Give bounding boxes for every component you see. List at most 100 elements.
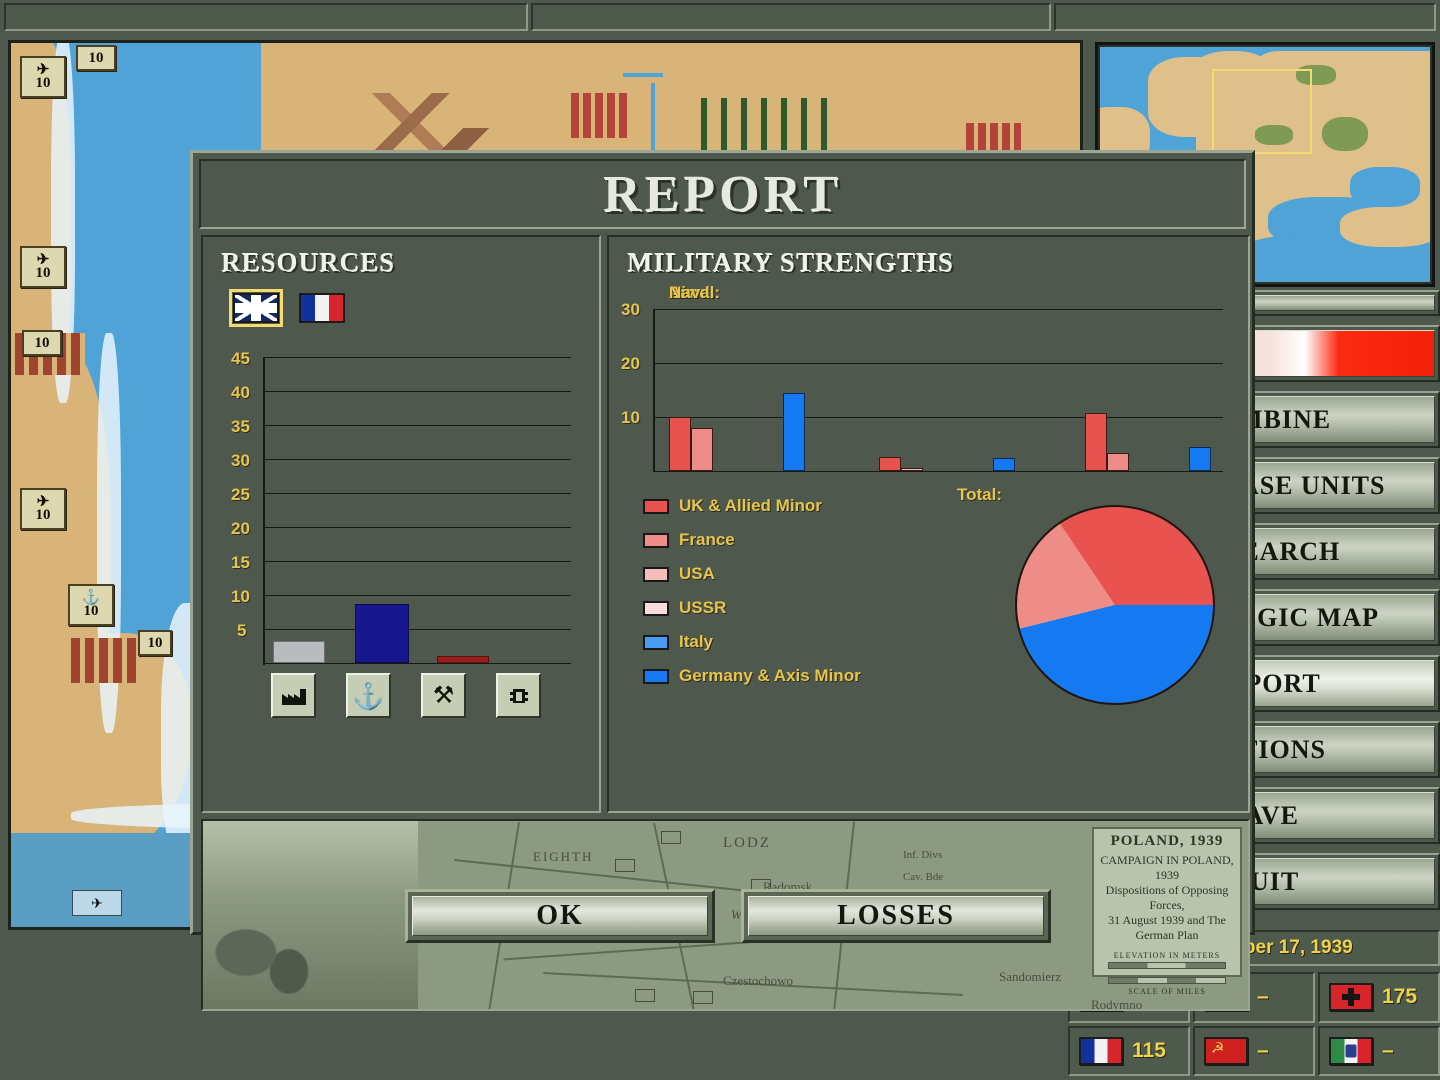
ytick-25: 25: [231, 485, 250, 504]
ok-button[interactable]: OK: [405, 889, 715, 943]
nation-value: 175: [1382, 985, 1418, 1009]
unit-strength: 10: [34, 334, 50, 351]
ytick-40: 40: [231, 383, 250, 402]
france-flag-icon: [1079, 1036, 1123, 1065]
game-screen: ✈ 10 10 ✈ 10 10 ✈ 10 ⚓ 10 10 ✈ COMBINE P…: [0, 0, 1440, 1080]
nation-value: –: [1257, 1038, 1269, 1062]
resource-bar-ports: [355, 604, 409, 663]
top-panel-center: [531, 3, 1051, 31]
legend-swatch-france: [643, 532, 669, 548]
page-title: REPORT: [603, 165, 842, 223]
map-place-eighth: EIGHTH: [533, 849, 594, 864]
art-line-2: Dispositions of Opposing Forces,: [1105, 883, 1229, 912]
oil-icon[interactable]: [496, 673, 541, 718]
minimap-viewport-indicator[interactable]: [1212, 69, 1312, 154]
bar-air-uk: [879, 457, 901, 471]
resources-heading: RESOURCES: [221, 247, 396, 277]
resource-flag-tab-france[interactable]: [299, 293, 345, 323]
map-unit-counter[interactable]: 10: [76, 45, 116, 71]
legend-item-uk: UK & Allied Minor: [643, 489, 933, 523]
anchor-icon[interactable]: ⚓: [346, 673, 391, 718]
nation-value: 115: [1132, 1038, 1166, 1062]
bar-naval-germany: [1189, 447, 1211, 471]
map-unit-counter[interactable]: ✈ 10: [20, 246, 66, 288]
total-label: Total:: [957, 485, 1003, 504]
unit-strength: 10: [35, 506, 51, 523]
art-title: POLAND, 1939: [1110, 833, 1224, 849]
nation-cell-germany[interactable]: 175: [1318, 972, 1440, 1023]
legend-item-ussr: USSR: [643, 591, 933, 625]
map-unit-counter[interactable]: 10: [22, 330, 62, 356]
top-status-bar: [0, 0, 1440, 34]
report-title-bar: REPORT: [199, 159, 1246, 229]
bar-land-france: [691, 428, 713, 471]
troops-photograph: [203, 821, 418, 1009]
map-place-rodymno: Rodymno: [1091, 997, 1143, 1009]
military-pane: MILITARY STRENGTHS Land: Air: Naval: 30 …: [607, 235, 1250, 813]
legend-swatch-ussr: [643, 600, 669, 616]
map-place-czestochowo: Czestochowo: [723, 973, 794, 988]
ytick-20: 20: [231, 519, 250, 538]
legend-item-usa: USA: [643, 557, 933, 591]
campaign-map-legend: POLAND, 1939 CAMPAIGN IN POLAND, 1939 Di…: [1092, 827, 1242, 996]
losses-label: LOSSES: [837, 900, 955, 931]
resource-bar-mines: [437, 656, 489, 663]
city-terrain: [571, 93, 631, 138]
bar-air-france: [901, 468, 923, 471]
ytick-45: 45: [231, 349, 250, 368]
map-place-sandomierz: Sandomierz: [999, 969, 1062, 984]
ytick-30: 30: [231, 451, 250, 470]
germany-flag-icon: [1329, 983, 1373, 1012]
unit-strength: 10: [83, 602, 99, 619]
military-strengths-chart: 30 20 10: [617, 300, 1227, 487]
map-unit-counter[interactable]: ✈ 10: [20, 488, 66, 530]
losses-button[interactable]: LOSSES: [741, 889, 1051, 943]
nation-cell-italy[interactable]: –: [1318, 1025, 1440, 1076]
legend-item-france: France: [643, 523, 933, 557]
bar-land-germany: [783, 393, 805, 471]
resources-chart: 45 40 35 30 25 20 15 10 5 ⚓ ⚒: [231, 349, 581, 718]
military-heading: MILITARY STRENGTHS: [627, 247, 954, 277]
air-icon: ✈: [36, 61, 50, 78]
map-unit-counter[interactable]: ✈: [72, 890, 122, 916]
ytick-35: 35: [231, 417, 250, 436]
nation-cell-ussr[interactable]: ☭ –: [1193, 1025, 1315, 1076]
top-panel-left: [4, 3, 528, 31]
nation-value: –: [1257, 985, 1269, 1009]
mine-icon[interactable]: ⚒: [421, 673, 466, 718]
legend-label-germany: Germany & Axis Minor: [679, 666, 861, 685]
air-icon: ✈: [91, 894, 103, 911]
report-body: RESOURCES 45 40 35 30 25 20 15 10 5 ⚓ ⚒ …: [201, 235, 1250, 813]
forest-terrain: [701, 98, 841, 156]
ytick-30: 30: [621, 300, 640, 319]
legend-label-usa: USA: [679, 564, 715, 583]
military-legend: UK & Allied Minor France USA USSR Italy …: [643, 489, 933, 693]
map-unit-counter[interactable]: ⚓ 10: [68, 584, 114, 626]
report-footer: LODZ EIGHTH Breslau Radomsk Warta Czesto…: [201, 819, 1250, 1011]
resource-flag-tab-uk[interactable]: [229, 289, 283, 327]
legend-label-ussr: USSR: [679, 598, 727, 617]
legend-swatch-italy: [643, 634, 669, 650]
map-unit-counter[interactable]: ✈ 10: [20, 56, 66, 98]
resources-pane: RESOURCES 45 40 35 30 25 20 15 10 5 ⚓ ⚒: [201, 235, 601, 813]
map-unit-counter[interactable]: 10: [138, 630, 172, 656]
italy-flag-icon: [1329, 1036, 1373, 1065]
industry-icon[interactable]: [271, 673, 316, 718]
legend-label-uk: UK & Allied Minor: [679, 496, 822, 515]
bar-land-uk: [669, 417, 691, 471]
map-key-cav: Cav. Bde: [903, 871, 944, 883]
ussr-flag-icon: ☭: [1204, 1036, 1248, 1065]
ytick-20: 20: [621, 354, 640, 373]
legend-item-germany: Germany & Axis Minor: [643, 659, 933, 693]
map-key-inf: Inf. Divs: [903, 849, 943, 861]
legend-swatch-usa: [643, 566, 669, 582]
art-scale-elevation: ELEVATION IN METERS: [1113, 951, 1221, 960]
ytick-10: 10: [231, 587, 250, 606]
nation-cell-france[interactable]: 115: [1068, 1025, 1190, 1076]
footer-artwork: LODZ EIGHTH Breslau Radomsk Warta Czesto…: [203, 821, 1248, 1009]
unit-strength: 10: [35, 264, 51, 281]
report-dialog: REPORT RESOURCES 45 40 35 30 25 20 15 10…: [190, 150, 1255, 1011]
legend-label-italy: Italy: [679, 632, 714, 651]
city-terrain: [71, 638, 141, 683]
total-strength-pie: [1015, 505, 1215, 705]
